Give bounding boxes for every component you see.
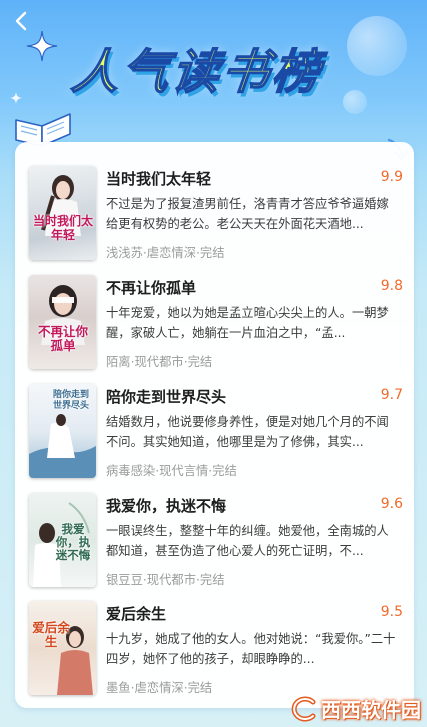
book-title: 我爱你，执迷不悔 [106,497,227,515]
book-title: 陪你走到世界尽头 [106,388,227,406]
book-score: 9.6 [380,496,403,512]
book-meta: 浅浅苏·虐恋情深·完结 [106,246,225,260]
book-meta: 墨鱼·虐恋情深·完结 [106,681,213,695]
book-cover: 陪你走到世界尽头 [29,384,96,478]
page-title: 人气读书榜 [68,44,325,101]
book-description: 十九岁，她成了他的女人。他对她说：“我爱你。”二十四岁，她怀了他的孩子，却眼睁睁… [106,632,396,666]
chevron-left-icon [15,11,27,31]
book-cover: 我爱你，执迷不悔 [29,493,96,587]
book-title: 爱后余生 [106,605,167,623]
watermark-text: 西西软件园 [321,698,421,722]
book-title: 不再让你孤单 [106,279,197,297]
book-description: 十年宠爱，她以为她是孟立暄心尖尖上的人。一朝梦醒，家破人亡，她躺在一片血泊之中，… [106,306,389,340]
book-description: 结婚数月，他说要修身养性，便是对她几个月的不闻不问。其实她知道，他哪里是为了修佛… [106,415,389,449]
cover-title: 不再让你孤单 [37,324,88,353]
book-description: 一眼误终生，整整十年的纠缠。她爱他，全南城的人都知道，甚至伪造了他心爱人的死亡证… [106,524,389,558]
list-item[interactable]: 当时我们太年轻 当时我们太年轻 9.9 不过是为了报复渣男前任，洛青青才答应爷爷… [29,166,403,276]
list-item[interactable]: 陪你走到世界尽头 陪你走到世界尽头 9.7 结婚数月，他说要修身养性，便是对她几… [29,384,403,494]
cover-title: 爱后余生 [32,620,70,649]
ranking-list: 当时我们太年轻 当时我们太年轻 9.9 不过是为了报复渣男前任，洛青青才答应爷爷… [15,142,414,708]
book-score: 9.8 [380,278,403,294]
book-cover: 爱后余生 [29,601,96,695]
c-logo-icon [291,696,316,721]
book-meta: 病毒感染·现代言情·完结 [106,464,237,478]
book-score: 9.5 [380,604,403,620]
book-cover: 当时我们太年轻 [29,166,96,260]
book-title: 当时我们太年轻 [106,170,212,188]
book-description: 不过是为了报复渣男前任，洛青青才答应爷爷逼婚嫁给更有权势的老公。老公天天在外面花… [106,197,389,231]
cover-title: 我爱你，执迷不悔 [55,522,91,562]
book-score: 9.9 [380,169,403,185]
list-item[interactable]: 不再让你孤单 不再让你孤单 9.8 十年宠爱，她以为她是孟立暄心尖尖上的人。一朝… [29,275,403,385]
cover-title: 当时我们太年轻 [33,214,94,242]
cover-title: 陪你走到世界尽头 [52,390,89,411]
book-cover: 不再让你孤单 [29,275,96,369]
sparkle-icon [10,92,22,104]
sparkle-icon [26,30,58,62]
book-meta: 银豆豆·现代都市·完结 [106,573,225,587]
list-item[interactable]: 爱后余生 爱后余生 9.5 十九岁，她成了他的女人。他对她说：“我爱你。”二十四… [29,601,403,708]
book-meta: 陌离·现代都市·完结 [106,355,213,369]
book-score: 9.7 [380,387,403,403]
watermark: 西西软件园 [289,694,421,723]
list-item[interactable]: 我爱你，执迷不悔 我爱你，执迷不悔 9.6 一眼误终生，整整十年的纠缠。她爱他，… [29,493,403,603]
reading-rank-page: 人气读书榜 当时我们太年轻 当时我们太年轻 9.9 不过是为了报复渣男前任，洛青… [0,0,427,727]
